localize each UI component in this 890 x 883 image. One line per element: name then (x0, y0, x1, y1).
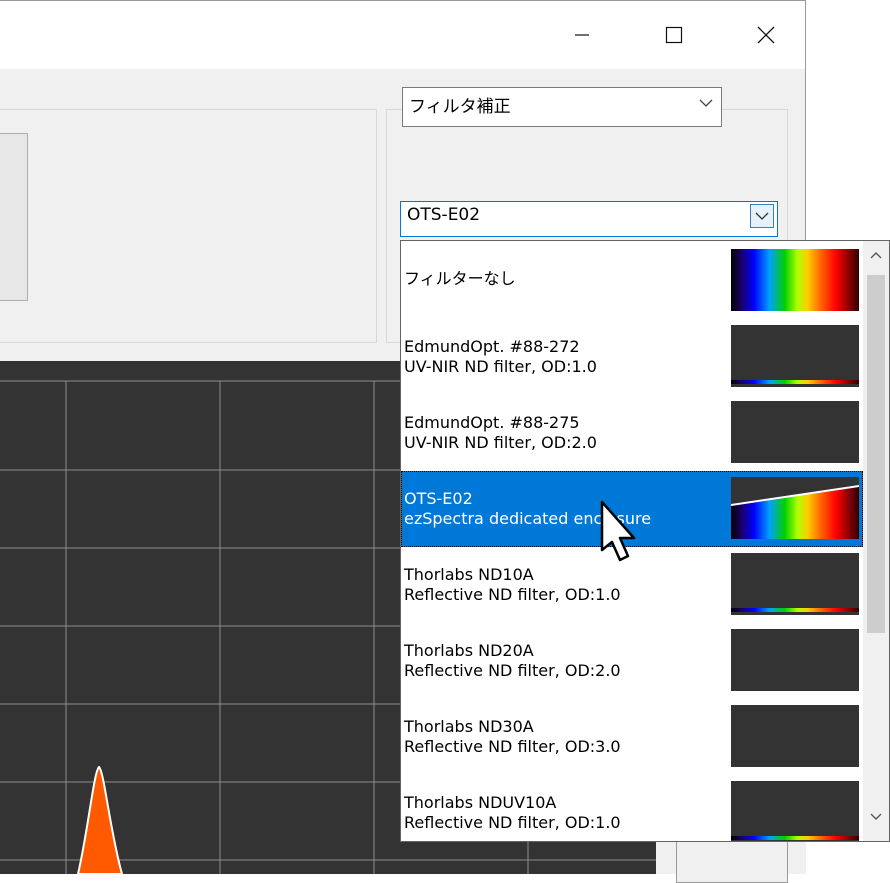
filter-option-name: Thorlabs NDUV10A (404, 793, 557, 812)
filter-option[interactable]: EdmundOpt. #88-272 UV-NIR ND filter, OD:1… (401, 319, 863, 395)
chevron-down-icon[interactable] (750, 204, 774, 228)
filter-spectrum-thumbnail (731, 325, 859, 387)
filter-option-description: Reflective ND filter, OD:3.0 (404, 737, 621, 756)
spectrum-peak (76, 765, 124, 874)
filter-option[interactable]: Thorlabs NDUV10A Reflective ND filter, OD… (401, 775, 863, 841)
filter-option-name: EdmundOpt. #88-272 (404, 337, 580, 356)
filter-combo[interactable]: OTS-E02 (400, 201, 778, 237)
scroll-down-button[interactable] (863, 805, 889, 829)
filter-spectrum-thumbnail (731, 781, 859, 841)
maximize-icon (665, 26, 683, 44)
filter-option-description: Reflective ND filter, OD:2.0 (404, 661, 621, 680)
filter-spectrum-thumbnail (731, 553, 859, 615)
filter-spectrum-thumbnail (731, 629, 859, 691)
filter-option[interactable]: Thorlabs ND20A Reflective ND filter, OD:2… (401, 623, 863, 699)
filter-option[interactable]: EdmundOpt. #88-275 UV-NIR ND filter, OD:2… (401, 395, 863, 471)
filter-option[interactable]: Thorlabs ND30A Reflective ND filter, OD:3… (401, 699, 863, 775)
left-panel-button[interactable] (0, 133, 28, 301)
maximize-button[interactable] (650, 15, 698, 55)
filter-spectrum-thumbnail (731, 705, 859, 767)
filter-option-name: Thorlabs ND10A (404, 565, 534, 584)
filter-spectrum-thumbnail (731, 477, 859, 539)
filter-option-description: Reflective ND filter, OD:1.0 (404, 585, 621, 604)
filter-option-description: UV-NIR ND filter, OD:1.0 (404, 357, 597, 376)
filter-option-description: Reflective ND filter, OD:1.0 (404, 813, 621, 832)
filter-option-name: Thorlabs ND20A (404, 641, 534, 660)
filter-spectrum-thumbnail (731, 249, 859, 311)
filter-mode-combo[interactable]: フィルタ補正 (402, 87, 722, 127)
minimize-button[interactable] (558, 15, 606, 55)
scrollbar-thumb[interactable] (867, 275, 885, 633)
scrollbar[interactable] (863, 241, 889, 841)
filter-dropdown-list[interactable]: フィルターなし EdmundOpt. #88-272 UV-NIR ND filte… (400, 240, 890, 842)
close-icon (757, 26, 775, 44)
chevron-down-icon (870, 813, 882, 820)
filter-mode-value: フィルタ補正 (409, 97, 511, 117)
left-group-box (0, 109, 377, 343)
minimize-icon (575, 34, 589, 36)
filter-option[interactable]: OTS-E02 ezSpectra dedicated enclosure (401, 471, 863, 547)
filter-option-name: EdmundOpt. #88-275 (404, 413, 580, 432)
title-bar (0, 1, 805, 69)
filter-option-description: UV-NIR ND filter, OD:2.0 (404, 433, 597, 452)
filter-option[interactable]: Thorlabs ND10A Reflective ND filter, OD:1… (401, 547, 863, 623)
filter-option-name: OTS-E02 (404, 489, 473, 508)
filter-spectrum-thumbnail (731, 401, 859, 463)
filter-combo-value: OTS-E02 (407, 205, 481, 225)
filter-option-name: フィルターなし (404, 269, 516, 288)
filter-option[interactable]: フィルターなし (401, 243, 863, 319)
filter-option-name: Thorlabs ND30A (404, 717, 534, 736)
chevron-up-icon (870, 252, 882, 259)
close-button[interactable] (742, 15, 790, 55)
chevron-down-icon (695, 92, 717, 114)
scroll-up-button[interactable] (863, 243, 889, 267)
filter-option-description: ezSpectra dedicated enclosure (404, 509, 652, 528)
